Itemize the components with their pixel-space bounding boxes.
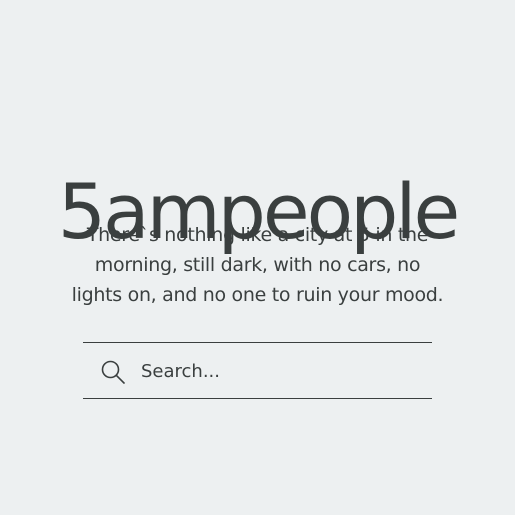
tagline-line-2: morning, still dark, with no cars, no: [94, 254, 421, 276]
search-input[interactable]: [141, 356, 421, 386]
search-bar: [83, 342, 432, 399]
tagline-line-1: There`s nothing like a city at 5 in the: [86, 224, 429, 246]
tagline-line-3: lights on, and no one to ruin your mood.: [71, 284, 444, 306]
search-icon[interactable]: [100, 359, 126, 385]
tagline: There`s nothing like a city at 5 in the …: [40, 220, 475, 310]
